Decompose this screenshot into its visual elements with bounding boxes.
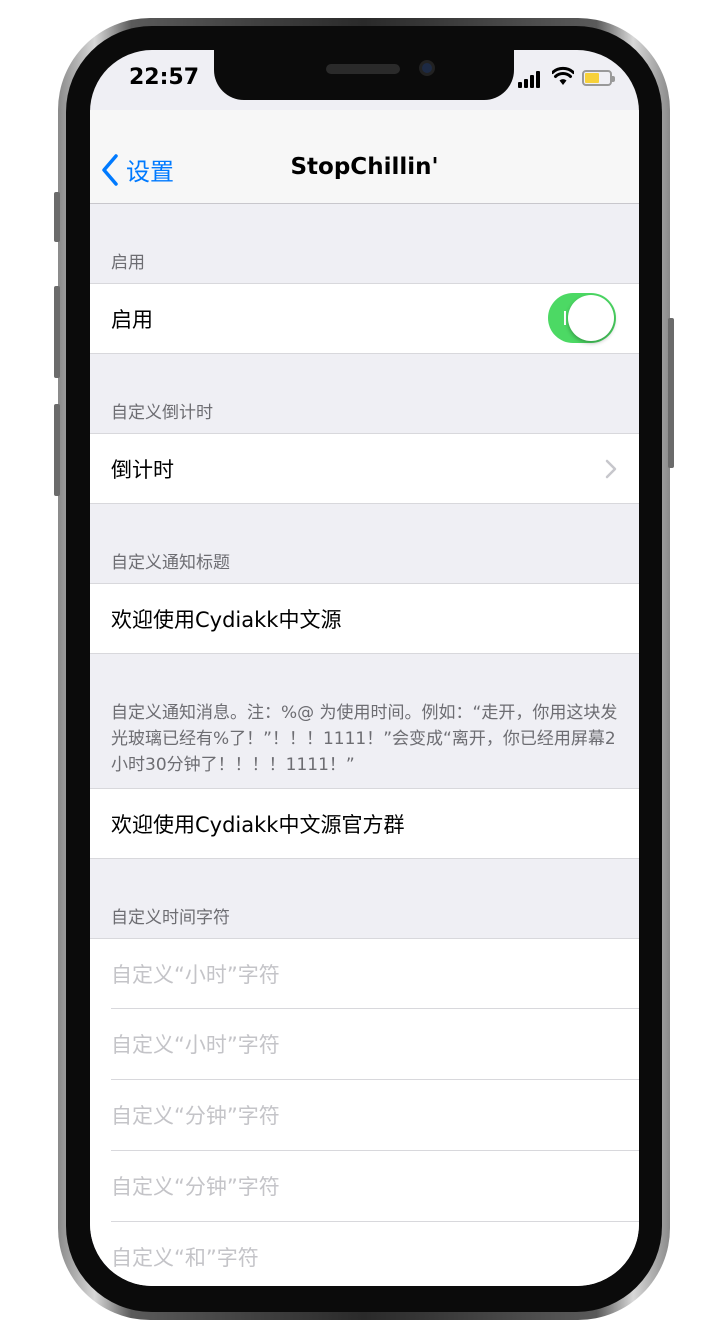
navigation-bar: 设置 StopChillin' xyxy=(90,110,639,204)
countdown-row[interactable]: 倒计时 xyxy=(90,433,639,504)
section-header-enable: 启用 xyxy=(90,205,639,283)
section-header-time-strings: 自定义时间字符 xyxy=(90,859,639,938)
section-header-notify-title: 自定义通知标题 xyxy=(90,504,639,583)
notify-message-field[interactable]: 欢迎使用Cydiakk中文源官方群 xyxy=(90,788,639,859)
minute-string-placeholder: 自定义“分钟”字符 xyxy=(111,1104,280,1128)
hour-string-placeholder: 自定义“小时”字符 xyxy=(111,963,280,987)
section-header-label: 自定义时间字符 xyxy=(111,908,230,928)
side-button xyxy=(54,192,60,242)
time-strings-group: 自定义“小时”字符 自定义“小时”字符 自定义“分钟”字符 自定义“分钟”字符 … xyxy=(90,938,639,1286)
side-button xyxy=(54,286,60,378)
screen: 22:57 设置 StopChillin' 启用 启用 自定义倒计时 倒计时 自… xyxy=(90,50,639,1286)
enable-row-label: 启用 xyxy=(111,308,153,332)
countdown-row-label: 倒计时 xyxy=(111,458,174,482)
notify-title-value: 欢迎使用Cydiakk中文源 xyxy=(111,608,342,632)
enable-row: 启用 xyxy=(90,283,639,354)
side-button xyxy=(668,318,674,468)
hours-string-field[interactable]: 自定义“小时”字符 xyxy=(90,1008,639,1080)
wifi-icon xyxy=(552,66,574,85)
notch xyxy=(214,50,514,100)
section-header-label: 自定义通知标题 xyxy=(111,553,230,573)
minutes-string-placeholder: 自定义“分钟”字符 xyxy=(111,1175,280,1199)
section-header-label: 自定义倒计时 xyxy=(111,403,213,423)
hours-string-placeholder: 自定义“小时”字符 xyxy=(111,1033,280,1057)
cellular-signal-icon xyxy=(518,70,544,88)
hour-string-field[interactable]: 自定义“小时”字符 xyxy=(90,938,639,1009)
speaker-grille xyxy=(326,64,400,74)
chevron-right-icon xyxy=(605,459,617,479)
battery-icon xyxy=(582,70,615,86)
notify-message-note: 自定义通知消息。注：%@ 为使用时间。例如：“走开，你用这块发光玻璃已经有%了！… xyxy=(111,703,618,775)
minute-string-field[interactable]: 自定义“分钟”字符 xyxy=(90,1079,639,1151)
section-header-countdown: 自定义倒计时 xyxy=(90,354,639,433)
notify-title-field[interactable]: 欢迎使用Cydiakk中文源 xyxy=(90,583,639,654)
front-camera xyxy=(419,60,435,76)
settings-list: 启用 启用 自定义倒计时 倒计时 自定义通知标题 欢迎使用Cydiakk中文源 … xyxy=(90,205,639,1286)
and-string-placeholder: 自定义“和”字符 xyxy=(111,1246,259,1270)
status-time: 22:57 xyxy=(129,65,200,90)
page-title: StopChillin' xyxy=(290,154,439,180)
enable-toggle[interactable] xyxy=(548,293,616,343)
minutes-string-field[interactable]: 自定义“分钟”字符 xyxy=(90,1150,639,1222)
notify-message-value: 欢迎使用Cydiakk中文源官方群 xyxy=(111,813,405,837)
section-header-label: 启用 xyxy=(111,253,145,273)
side-button xyxy=(54,404,60,496)
and-string-field[interactable]: 自定义“和”字符 xyxy=(90,1221,639,1286)
